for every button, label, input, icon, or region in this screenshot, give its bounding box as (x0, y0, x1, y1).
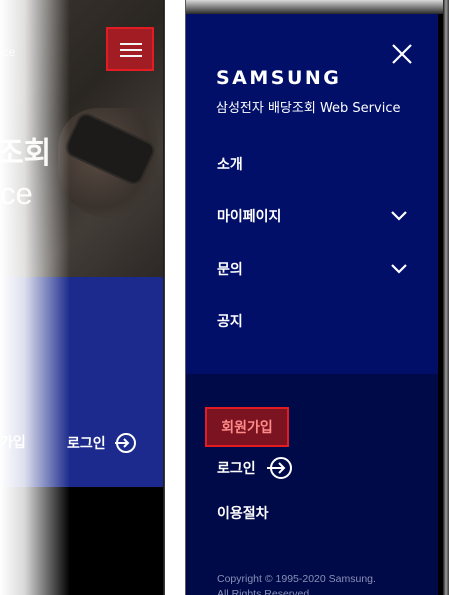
hamburger-icon (120, 55, 142, 57)
nav-item-mypage[interactable]: 마이페이지 (217, 203, 407, 229)
footer-band (0, 487, 165, 595)
nav-item-intro[interactable]: 소개 (217, 151, 407, 177)
process-link[interactable]: 이용절차 (217, 503, 269, 523)
menu-screen: SAMSUNG 삼성전자 배당조회 Web Service 소개 마이페이지 문… (185, 0, 449, 595)
login-link[interactable]: 로그인 (67, 432, 136, 454)
login-label: 로그인 (217, 461, 256, 477)
login-arrow-icon (114, 433, 136, 453)
copyright-line: Copyright © 1995-2020 Samsung. (217, 573, 376, 585)
hamburger-icon (120, 49, 142, 51)
nav-item-notice[interactable]: 공지 (217, 308, 407, 334)
signup-button[interactable]: 회원가입 (205, 407, 289, 447)
hero-subtitle: ce (0, 176, 33, 211)
copyright-text: Copyright © 1995-2020 Samsung. All Right… (217, 572, 376, 595)
hero-banner: ice 조회 ce (0, 0, 165, 277)
service-tagline: 삼성전자 배당조회 Web Service (216, 101, 401, 116)
join-link[interactable]: 가입 (0, 432, 26, 452)
login-label: 로그인 (67, 436, 106, 452)
nav-item-label: 공지 (217, 314, 243, 330)
samsung-logo: SAMSUNG (216, 67, 342, 89)
account-band (0, 277, 165, 487)
phone-bezel-right (443, 0, 449, 595)
chevron-down-icon (391, 211, 407, 221)
phone-edge (163, 0, 165, 595)
hamburger-icon (120, 43, 142, 45)
menu-button[interactable] (106, 27, 154, 71)
screen-gap (166, 0, 185, 595)
copyright-line: All Rights Reserved. (217, 588, 313, 595)
phone-bezel-top (186, 0, 449, 14)
close-button[interactable] (388, 40, 416, 68)
main-page-preview: ice 조회 ce 가입 로그인 (0, 0, 165, 595)
hero-small-text: ice (0, 45, 16, 59)
nav-item-label: 소개 (217, 157, 243, 173)
close-icon (392, 44, 412, 64)
chevron-down-icon (391, 264, 407, 274)
login-arrow-icon (266, 457, 292, 479)
nav-item-label: 문의 (217, 262, 243, 278)
nav-item-inquiry[interactable]: 문의 (217, 256, 407, 282)
hero-title: 조회 (0, 136, 52, 171)
nav-item-label: 마이페이지 (217, 209, 282, 225)
menu-login-link[interactable]: 로그인 (217, 456, 292, 480)
